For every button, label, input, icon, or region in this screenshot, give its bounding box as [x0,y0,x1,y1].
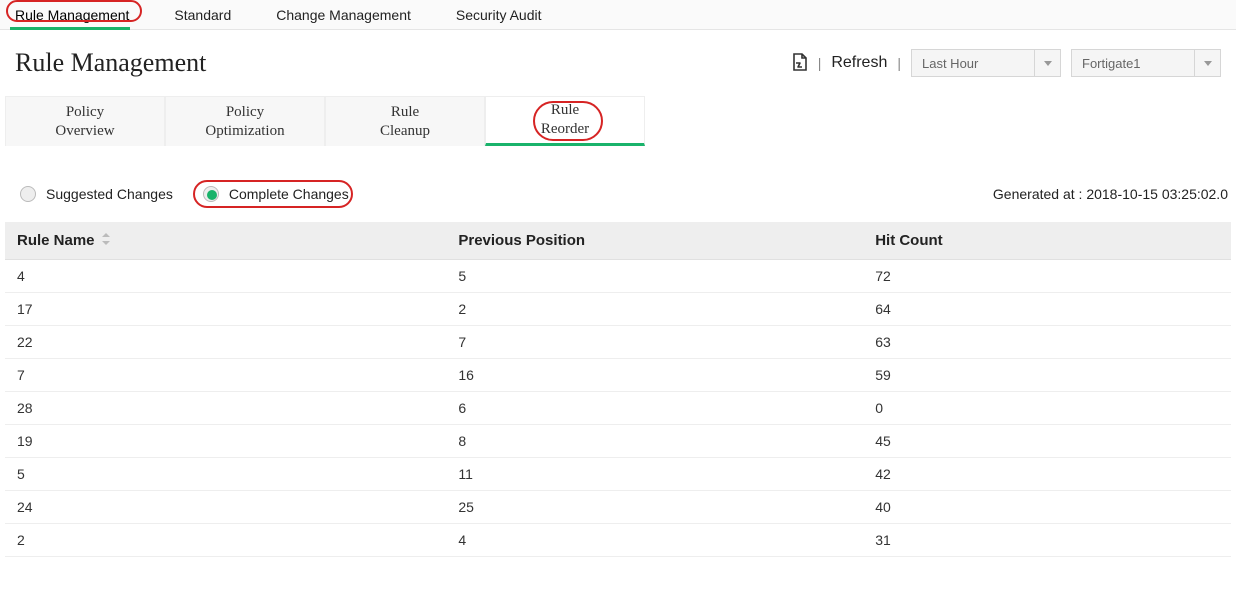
top-nav-item-standard[interactable]: Standard [174,2,251,28]
separator: | [897,55,901,71]
table-row[interactable]: 22763 [5,326,1231,359]
cell-previous-position: 5 [446,260,863,293]
chevron-down-icon [1194,50,1220,76]
radio-suggested-changes[interactable]: Suggested Changes [20,186,173,202]
col-hit-count[interactable]: Hit Count [863,222,1231,260]
pdf-icon [792,53,808,71]
cell-rule-name: 5 [5,458,446,491]
cell-rule-name: 22 [5,326,446,359]
top-nav-label: Standard [174,7,231,23]
cell-previous-position: 11 [446,458,863,491]
radio-label: Suggested Changes [46,186,173,202]
rule-reorder-table: Rule Name Previous Position Hit Count 45… [5,222,1231,557]
sub-tab-policy-overview[interactable]: Policy Overview [5,96,165,146]
cell-rule-name: 28 [5,392,446,425]
generated-at-prefix: Generated at : [993,186,1086,202]
sub-tab-label: Policy Overview [55,103,114,141]
cell-rule-name: 4 [5,260,446,293]
cell-rule-name: 19 [5,425,446,458]
time-range-selected: Last Hour [922,56,1012,71]
cell-previous-position: 6 [446,392,863,425]
radio-circle-icon [20,186,36,202]
time-range-dropdown[interactable]: Last Hour [911,49,1061,77]
cell-rule-name: 7 [5,359,446,392]
device-selected: Fortigate1 [1082,56,1172,71]
col-previous-position[interactable]: Previous Position [446,222,863,260]
top-nav-item-security-audit[interactable]: Security Audit [456,2,562,28]
col-label: Previous Position [458,232,585,249]
table-header-row: Rule Name Previous Position Hit Count [5,222,1231,260]
col-label: Rule Name [17,232,95,249]
sub-tab-policy-optimization[interactable]: Policy Optimization [165,96,325,146]
table-row[interactable]: 2860 [5,392,1231,425]
radio-circle-icon [203,186,219,202]
top-nav-active-underline [10,27,130,30]
cell-rule-name: 24 [5,491,446,524]
refresh-button[interactable]: Refresh [831,54,887,72]
table-row[interactable]: 2431 [5,524,1231,557]
col-rule-name[interactable]: Rule Name [5,222,446,260]
cell-hit-count: 59 [863,359,1231,392]
page-title: Rule Management [15,48,206,78]
cell-hit-count: 63 [863,326,1231,359]
radio-label: Complete Changes [229,186,349,202]
top-nav: Rule Management Standard Change Manageme… [0,0,1236,30]
table-row[interactable]: 71659 [5,359,1231,392]
radio-complete-changes[interactable]: Complete Changes [203,186,349,202]
generated-at: Generated at : 2018-10-15 03:25:02.0 [993,186,1228,202]
sub-tab-label: Policy Optimization [205,103,284,141]
col-label: Hit Count [875,232,942,249]
sub-tab-rule-reorder[interactable]: Rule Reorder [485,96,645,146]
top-nav-label: Security Audit [456,7,542,23]
cell-previous-position: 4 [446,524,863,557]
sub-tab-label: Rule Cleanup [380,103,430,141]
generated-at-value: 2018-10-15 03:25:02.0 [1086,186,1228,202]
refresh-label: Refresh [831,54,887,71]
table-row[interactable]: 242540 [5,491,1231,524]
cell-hit-count: 40 [863,491,1231,524]
view-mode-row: Suggested Changes Complete Changes Gener… [0,146,1236,222]
page-header: Rule Management | Refresh | Last Hour Fo… [0,30,1236,86]
top-nav-label: Change Management [276,7,411,23]
title-controls: | Refresh | Last Hour Fortigate1 [792,49,1221,77]
cell-hit-count: 42 [863,458,1231,491]
top-nav-item-rule-management[interactable]: Rule Management [15,2,149,28]
cell-hit-count: 72 [863,260,1231,293]
separator: | [818,55,822,71]
table-row[interactable]: 4572 [5,260,1231,293]
cell-hit-count: 0 [863,392,1231,425]
sub-tab-label: Rule Reorder [541,101,589,139]
sort-icon [102,233,110,245]
cell-previous-position: 2 [446,293,863,326]
chevron-down-icon [1034,50,1060,76]
pdf-export-button[interactable] [792,53,808,74]
cell-previous-position: 8 [446,425,863,458]
cell-hit-count: 45 [863,425,1231,458]
cell-hit-count: 64 [863,293,1231,326]
table-row[interactable]: 51142 [5,458,1231,491]
sub-tabs: Policy Overview Policy Optimization Rule… [5,96,1231,146]
cell-previous-position: 16 [446,359,863,392]
table-row[interactable]: 17264 [5,293,1231,326]
top-nav-item-change-management[interactable]: Change Management [276,2,431,28]
top-nav-label: Rule Management [15,7,129,23]
cell-rule-name: 17 [5,293,446,326]
sub-tab-rule-cleanup[interactable]: Rule Cleanup [325,96,485,146]
cell-previous-position: 25 [446,491,863,524]
cell-rule-name: 2 [5,524,446,557]
device-dropdown[interactable]: Fortigate1 [1071,49,1221,77]
table-row[interactable]: 19845 [5,425,1231,458]
cell-previous-position: 7 [446,326,863,359]
view-mode-radio-group: Suggested Changes Complete Changes [20,186,349,202]
cell-hit-count: 31 [863,524,1231,557]
